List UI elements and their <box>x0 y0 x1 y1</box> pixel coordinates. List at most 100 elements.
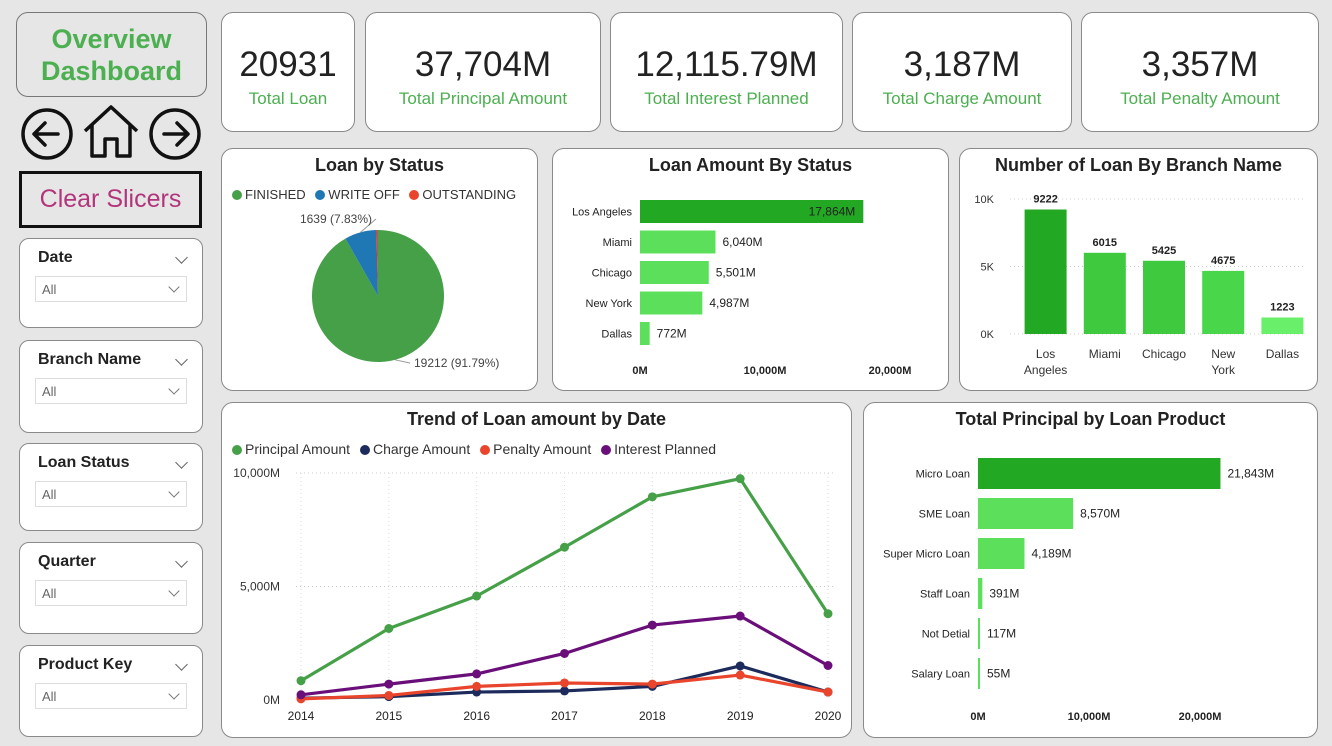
bar <box>640 291 703 315</box>
slicer-label: Quarter <box>38 553 96 570</box>
category-label: Los <box>1036 347 1055 361</box>
chevron-down-icon[interactable] <box>175 456 188 469</box>
slicer-date[interactable]: Date All <box>19 238 203 328</box>
bar-data-label: 8,570M <box>1080 507 1120 521</box>
forward-button[interactable] <box>148 107 202 161</box>
bar <box>978 498 1074 529</box>
y-tick-label: 0K <box>981 329 995 341</box>
y-tick-label: 10,000M <box>233 466 280 480</box>
kpi-caption: Total Principal Amount <box>398 89 568 108</box>
column-chart[interactable]: 0K 5K 10K 9222 Los Angeles 6015 Miami 5425 Chicag… <box>960 149 1319 392</box>
category-label: Not Detial <box>922 629 970 641</box>
bar-chart[interactable]: Los Angeles 17,864M Miami 6,040M Chicago 5,50… <box>553 149 950 392</box>
slicer-dropdown[interactable]: All <box>35 276 187 302</box>
bar-data-label: 5,501M <box>716 266 756 280</box>
series-point-interest <box>472 669 482 679</box>
category-label: Miami <box>603 237 632 249</box>
category-label: New <box>1211 347 1235 361</box>
bar-data-label: 4,189M <box>1031 547 1071 561</box>
bar-data-label: 4,987M <box>709 296 749 310</box>
pie-chart[interactable]: 19212 (91.79%) 1639 (7.83%) <box>222 149 539 392</box>
bar-data-label: 117M <box>987 627 1016 641</box>
chevron-down-icon <box>168 383 180 395</box>
chart-loan-amount-by-status[interactable]: Loan Amount By Status Los Angeles 17,864M… <box>552 148 949 391</box>
column-data-label: 6015 <box>1093 237 1117 249</box>
chevron-down-icon <box>168 281 180 293</box>
series-point-interest <box>296 690 306 700</box>
category-label: SME Loan <box>919 509 970 521</box>
kpi-value: 20931 <box>239 45 337 84</box>
y-tick-label: 5K <box>981 262 995 274</box>
slicer-branch-name[interactable]: Branch Name All <box>19 340 203 433</box>
chart-principal-by-product[interactable]: Total Principal by Loan Product Micro Lo… <box>863 402 1318 738</box>
slicer-label: Date <box>38 249 73 266</box>
category-label: Salary Loan <box>911 669 970 681</box>
series-point-penalty <box>384 690 394 700</box>
category-label: Chicago <box>592 268 632 280</box>
slicer-loan-status[interactable]: Loan Status All <box>19 443 203 531</box>
series-point-principal <box>560 542 569 552</box>
kpi-total-penalty: 3,357M Total Penalty Amount <box>1081 12 1319 132</box>
category-label: Micro Loan <box>916 469 970 481</box>
bar-data-label: 21,843M <box>1227 467 1274 481</box>
chevron-down-icon[interactable] <box>175 353 188 366</box>
kpi-total-loan: 20931 Total Loan <box>221 12 355 132</box>
chevron-down-icon[interactable] <box>175 251 188 264</box>
bar-data-label: 55M <box>987 667 1010 681</box>
slicer-dropdown[interactable]: All <box>35 683 187 709</box>
x-tick-label: 2015 <box>375 709 402 723</box>
x-tick-label: 2019 <box>727 709 754 723</box>
series-point-principal <box>296 676 306 686</box>
bar-data-label: 17,864M <box>809 205 856 219</box>
slicer-value: All <box>42 487 57 502</box>
kpi-value: 37,704M <box>414 45 552 84</box>
x-tick-label: 0M <box>970 711 985 723</box>
series-point-penalty <box>472 681 482 691</box>
chevron-down-icon <box>168 486 180 498</box>
category-label: Dallas <box>601 329 632 341</box>
slicer-quarter[interactable]: Quarter All <box>19 542 203 634</box>
chart-loan-count-by-branch[interactable]: Number of Loan By Branch Name 0K 5K 10K 922… <box>959 148 1318 391</box>
bar-chart[interactable]: Micro Loan 21,843M SME Loan 8,570M Super Mic… <box>864 403 1319 739</box>
chevron-down-icon[interactable] <box>175 658 188 671</box>
chart-loan-by-status[interactable]: Loan by Status FINISHED WRITE OFF OUTSTA… <box>221 148 538 391</box>
dashboard-title: Overview Dashboard <box>16 12 207 97</box>
chart-trend-by-date[interactable]: Trend of Loan amount by Date Principal A… <box>221 402 852 738</box>
series-point-principal <box>823 609 833 619</box>
column-bar <box>1261 317 1304 334</box>
bar <box>978 578 983 609</box>
y-tick-label: 0M <box>263 693 280 707</box>
title-line-1: Overview <box>51 23 172 54</box>
chevron-down-icon <box>168 688 180 700</box>
x-tick-label: 2018 <box>639 709 666 723</box>
series-point-penalty <box>647 679 657 689</box>
slicer-dropdown[interactable]: All <box>35 378 187 404</box>
column-data-label: 1223 <box>1270 301 1294 313</box>
bar <box>978 458 1221 489</box>
slicer-value: All <box>42 384 57 399</box>
slicer-product-key[interactable]: Product Key All <box>19 645 203 737</box>
series-point-charge <box>560 686 569 696</box>
series-point-interest <box>384 679 394 689</box>
series-point-interest <box>560 648 569 658</box>
series-point-penalty <box>823 687 833 697</box>
chevron-down-icon[interactable] <box>175 555 188 568</box>
x-tick-label: 2014 <box>288 709 315 723</box>
category-label: Super Micro Loan <box>883 549 970 561</box>
series-point-interest <box>647 620 657 630</box>
slicer-dropdown[interactable]: All <box>35 580 187 606</box>
kpi-value: 12,115.79M <box>635 45 818 84</box>
kpi-total-interest: 12,115.79M Total Interest Planned <box>610 12 843 132</box>
kpi-caption: Total Penalty Amount <box>1120 89 1280 108</box>
y-tick-label: 5,000M <box>240 580 280 594</box>
series-point-principal <box>472 591 482 601</box>
kpi-caption: Total Interest Planned <box>644 89 809 108</box>
back-button[interactable] <box>20 107 74 161</box>
column-data-label: 9222 <box>1033 194 1057 206</box>
clear-slicers-button[interactable]: Clear Slicers <box>19 171 202 228</box>
line-chart[interactable]: 0M 5,000M 10,000M 2014 2015 2016 2017 2018 2019 2… <box>222 403 853 739</box>
slicer-label: Product Key <box>38 656 133 673</box>
slicer-dropdown[interactable]: All <box>35 481 187 507</box>
home-button[interactable] <box>81 103 141 159</box>
bar <box>640 261 709 284</box>
